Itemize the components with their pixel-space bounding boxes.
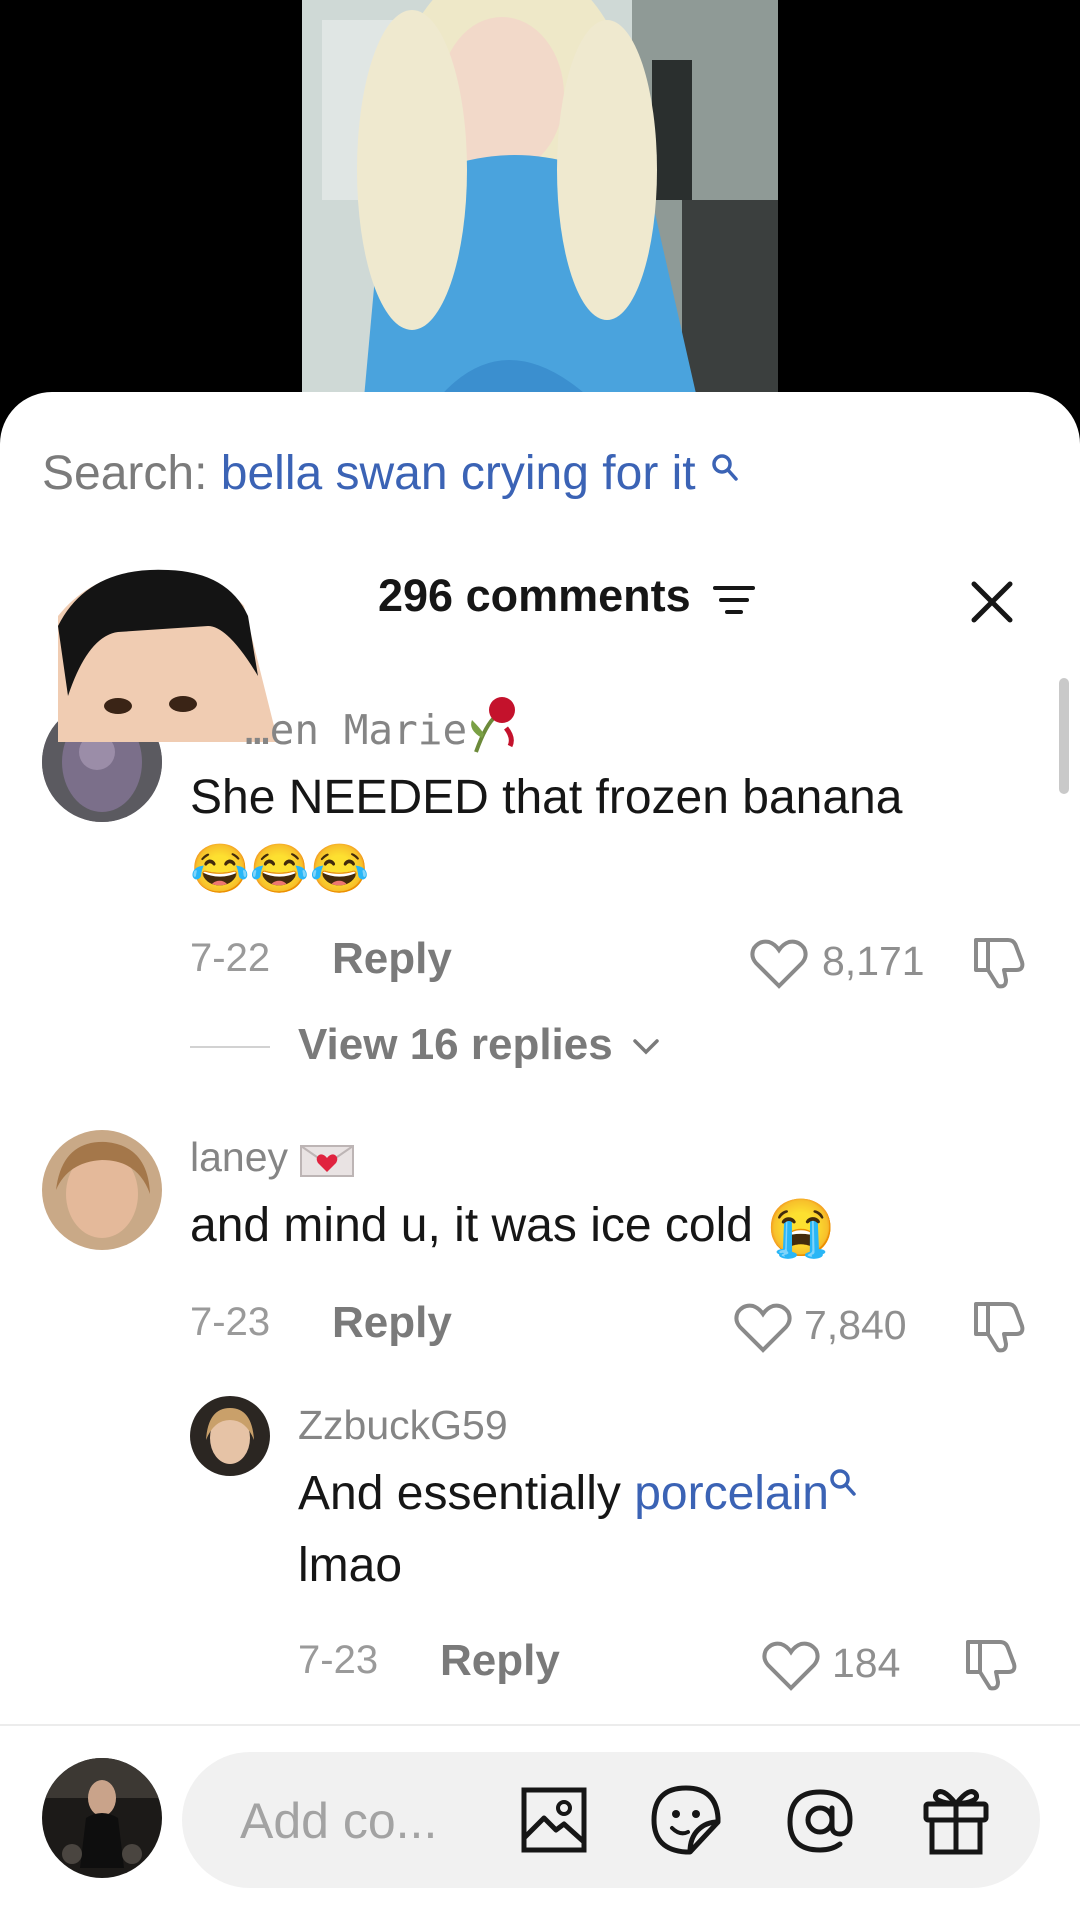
comment-date: 7-22 (190, 936, 271, 980)
username[interactable]: laney (190, 1134, 355, 1181)
comment-text-body: and mind u, it was ice cold (190, 1199, 753, 1252)
like-count: 8,171 (822, 938, 925, 984)
sort-filter-icon[interactable] (713, 584, 755, 623)
image-icon[interactable] (520, 1786, 588, 1859)
username[interactable]: …en Marie (245, 706, 467, 754)
mention-icon[interactable] (784, 1786, 856, 1861)
username-text: laney (190, 1134, 289, 1180)
emoji-sticker-icon[interactable] (650, 1784, 722, 1861)
comment-count: 296 comments (378, 570, 691, 621)
avatar[interactable] (42, 1130, 162, 1250)
dislike-icon[interactable] (970, 1298, 1028, 1359)
video-area[interactable] (0, 0, 1080, 400)
composer-divider (0, 1724, 1080, 1726)
comment-input-placeholder: Add co... (240, 1793, 438, 1849)
search-icon (830, 1469, 856, 1496)
like-count: 7,840 (804, 1302, 907, 1348)
comment-input[interactable]: Add co... (182, 1752, 1040, 1888)
search-prefix: Search: (42, 447, 208, 500)
heart-icon[interactable] (734, 1302, 792, 1359)
gift-icon[interactable] (920, 1782, 992, 1861)
reply-button[interactable]: Reply (440, 1636, 560, 1686)
close-icon[interactable] (968, 578, 1016, 631)
chevron-down-icon (633, 1039, 659, 1055)
comment-text: She NEEDED that frozen banana (190, 771, 903, 824)
rose-emoji-icon (462, 694, 526, 759)
view-replies-button[interactable]: View 16 replies (298, 1020, 661, 1070)
search-icon (711, 440, 739, 495)
comment-date: 7-23 (190, 1300, 271, 1344)
dislike-icon[interactable] (970, 934, 1028, 995)
love-letter-icon (300, 1145, 355, 1178)
comment-text: and mind u, it was ice cold 😭 (190, 1190, 1050, 1263)
comments-sheet: Search: bella swan crying for it 296 com… (0, 392, 1080, 1920)
like-count: 184 (832, 1640, 901, 1686)
reply-button[interactable]: Reply (332, 934, 452, 984)
comment-text-body: And essentially (298, 1467, 635, 1520)
loudly-crying-emoji: 😭 (766, 1196, 837, 1260)
avatar[interactable] (190, 1396, 270, 1476)
search-term[interactable]: bella swan crying for it (221, 447, 696, 500)
video-thumbnail[interactable] (302, 0, 778, 400)
search-link[interactable]: porcelain (634, 1467, 829, 1520)
view-replies-label: View 16 replies (298, 1020, 613, 1069)
search-suggestion[interactable]: Search: bella swan crying for it (42, 446, 739, 501)
comment-text: And essentially porcelain lmao (298, 1458, 1018, 1602)
heart-icon[interactable] (762, 1640, 820, 1697)
dislike-icon[interactable] (962, 1636, 1020, 1697)
my-avatar[interactable] (42, 1758, 162, 1878)
comment-text-tail: lmao (298, 1539, 403, 1592)
reply-button[interactable]: Reply (332, 1298, 452, 1348)
comment-date: 7-23 (298, 1638, 379, 1682)
username[interactable]: ZzbuckG59 (298, 1402, 508, 1449)
scrollbar[interactable] (1059, 678, 1069, 794)
heart-icon[interactable] (750, 938, 808, 995)
replies-divider (190, 1046, 270, 1048)
emoji-line: 😂😂😂 (190, 843, 370, 896)
